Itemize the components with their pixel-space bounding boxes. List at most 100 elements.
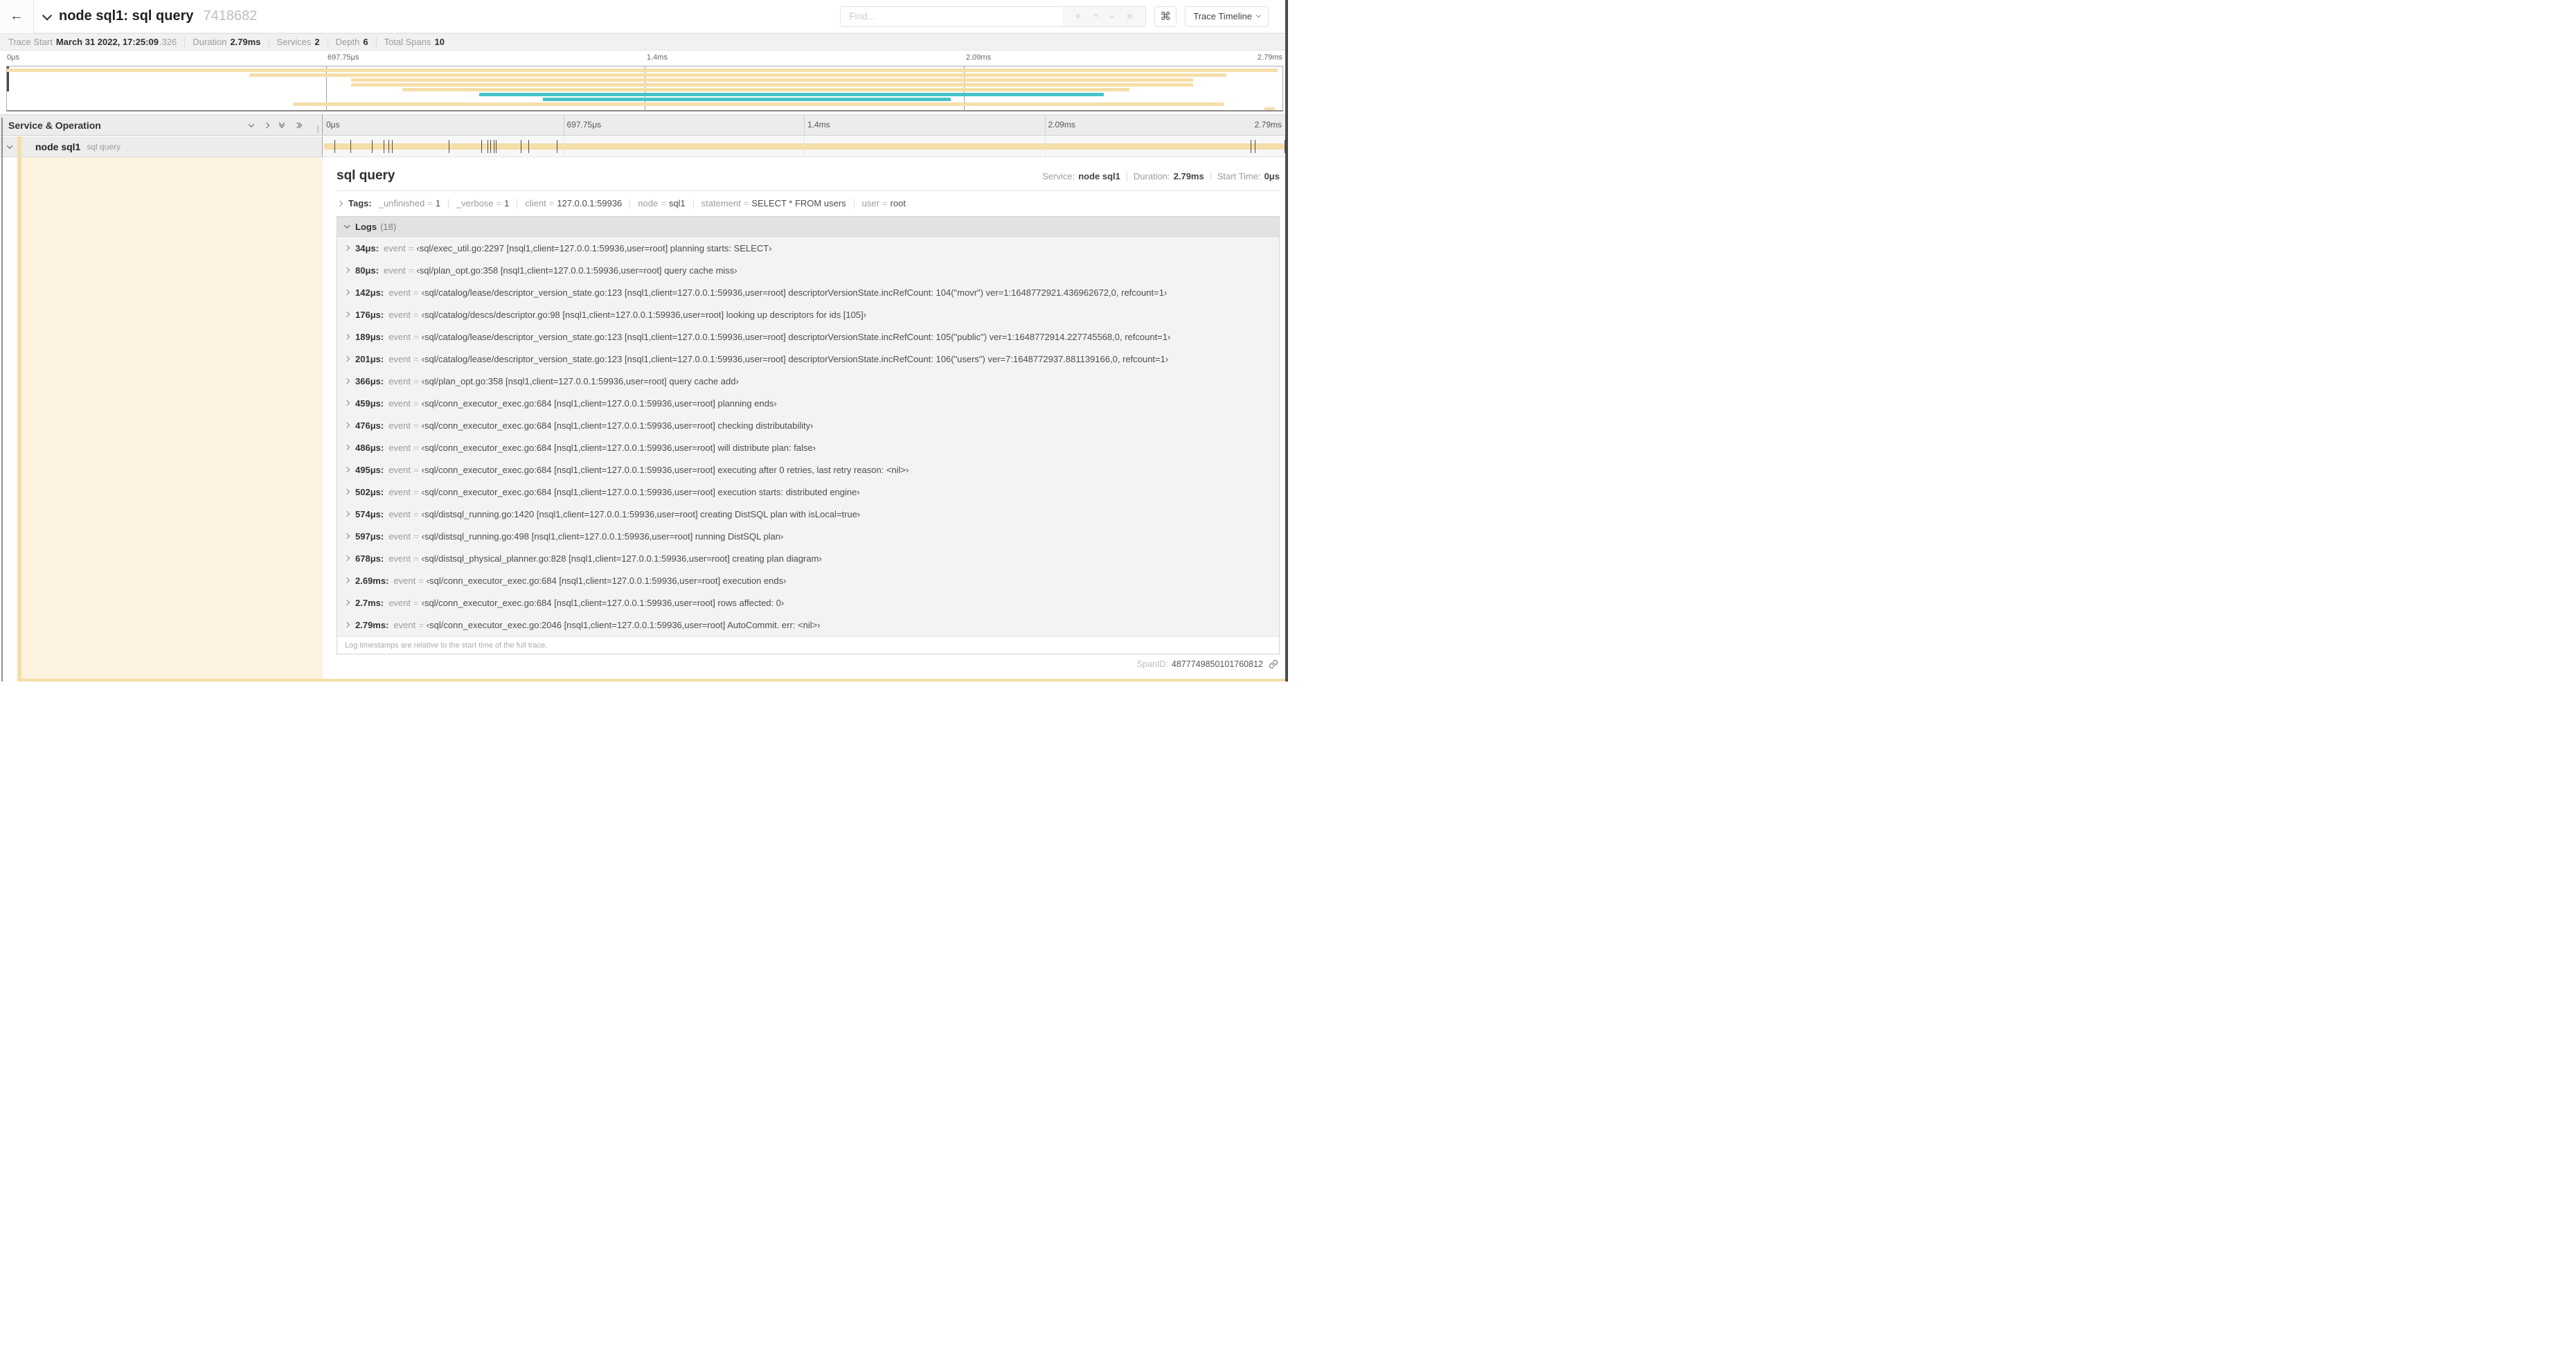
- chevron-right-icon: [343, 510, 350, 517]
- service-label: Service:: [1042, 171, 1075, 181]
- log-timestamp: 189μs:: [355, 331, 384, 342]
- log-row[interactable]: 2.79ms: event = ‹sql/conn_executor_exec.go:…: [337, 614, 1279, 636]
- span-detail-panel: sql query Service: node sql1 Duration: 2…: [323, 157, 1285, 679]
- logs-note: Log timestamps are relative to the start…: [337, 636, 1279, 654]
- minimap-span-bar: [1264, 107, 1275, 110]
- app-header: ← node sql1: sql query 7418682 ⌖ × ⌘ Tra…: [0, 0, 1288, 33]
- log-row[interactable]: 142μs: event = ‹sql/catalog/lease/descripto…: [337, 281, 1279, 303]
- chevron-down-icon: [343, 222, 350, 229]
- log-field-value: ‹sql/conn_executor_exec.go:2046 [nsql1,c…: [426, 619, 821, 630]
- duration-value: 2.79ms: [1173, 171, 1204, 181]
- log-marker-tick: [481, 140, 483, 153]
- chevron-right-icon: [343, 377, 350, 384]
- minimap-span-bar: [351, 78, 1194, 82]
- log-row[interactable]: 597μs: event = ‹sql/distsql_running.go:498 …: [337, 525, 1279, 547]
- log-row[interactable]: 486μs: event = ‹sql/conn_executor_exec.go:6…: [337, 436, 1279, 458]
- log-timestamp: 2.7ms:: [355, 597, 384, 608]
- log-row[interactable]: 574μs: event = ‹sql/distsql_running.go:1420…: [337, 503, 1279, 525]
- log-row[interactable]: 2.69ms: event = ‹sql/conn_executor_exec.go:…: [337, 569, 1279, 591]
- clear-find-icon[interactable]: ×: [1126, 10, 1133, 22]
- back-arrow-icon: ←: [10, 8, 24, 24]
- ruler-tick-label: 2.79ms: [1254, 120, 1282, 130]
- tag-value: sql1: [668, 198, 686, 208]
- log-row[interactable]: 201μs: event = ‹sql/catalog/lease/descripto…: [337, 348, 1279, 370]
- tag-equals: =: [496, 198, 502, 208]
- minimap-span-bar: [7, 69, 1278, 72]
- log-field-key: event: [383, 242, 406, 253]
- log-row[interactable]: 80μs: event = ‹sql/plan_opt.go:358 [nsql1,c…: [337, 259, 1279, 281]
- divider: [692, 198, 694, 208]
- find-input[interactable]: [841, 6, 1063, 26]
- logs-panel: Logs (18) 34μs: event = ‹sql/exec_util.go:2…: [337, 216, 1280, 654]
- log-row[interactable]: 2.7ms: event = ‹sql/conn_executor_exec.go:6…: [337, 591, 1279, 614]
- trace-meta-item: Depth 6: [328, 37, 376, 47]
- log-row[interactable]: 495μs: event = ‹sql/conn_executor_exec.go:6…: [337, 458, 1279, 481]
- collapse-all-icon[interactable]: [294, 122, 303, 128]
- start-time-value: 0μs: [1264, 171, 1280, 181]
- minimap-span-row: [7, 103, 1282, 106]
- expand-all-icon[interactable]: [278, 120, 285, 128]
- log-timestamp: 201μs:: [355, 353, 384, 364]
- tags-accordion-toggle[interactable]: Tags: _unfinished = 1 _verbose = 1 client = 127.…: [337, 191, 1280, 215]
- chevron-down-icon: [1255, 12, 1262, 18]
- tag-item: _unfinished = 1: [379, 198, 440, 208]
- trace-meta-items: Trace Start March 31 2022, 17:25:09.326 Du…: [8, 37, 452, 47]
- chevron-right-icon: [343, 311, 350, 318]
- tag-item: client = 127.0.0.1:59936: [525, 198, 622, 208]
- expand-one-icon[interactable]: [248, 121, 255, 127]
- minimap-span-row: [7, 88, 1282, 91]
- span-collapse-chevron-icon[interactable]: [6, 142, 13, 149]
- log-row[interactable]: 459μs: event = ‹sql/conn_executor_exec.go:6…: [337, 392, 1279, 414]
- back-button[interactable]: ←: [0, 0, 34, 33]
- log-field-value: ‹sql/catalog/lease/descriptor_version_st…: [421, 331, 1171, 342]
- collapse-trace-chevron-icon[interactable]: [42, 10, 53, 21]
- log-field-value: ‹sql/plan_opt.go:358 [nsql1,client=127.0…: [421, 375, 739, 386]
- column-resize-handle[interactable]: ∥: [316, 125, 321, 134]
- log-marker-tick: [334, 140, 335, 153]
- tag-item: node = sql1: [638, 198, 685, 208]
- meta-label: Services: [276, 37, 312, 47]
- locate-icon[interactable]: ⌖: [1075, 11, 1080, 21]
- trace-meta-item: Trace Start March 31 2022, 17:25:09.326: [8, 37, 184, 47]
- log-equals: =: [418, 619, 424, 630]
- meta-label: Duration: [193, 37, 227, 47]
- span-id-row: SpanID: 4877749850101760812: [337, 654, 1280, 673]
- log-field-key: event: [388, 442, 411, 453]
- minimap-tick-label: 2.79ms: [1257, 53, 1282, 62]
- trace-title-wrap: node sql1: sql query 7418682: [42, 8, 257, 24]
- minimap-tick-label: 1.4ms: [647, 53, 668, 62]
- log-row[interactable]: 34μs: event = ‹sql/exec_util.go:2297 [nsql1…: [337, 237, 1279, 259]
- find-prev-icon[interactable]: [1092, 13, 1098, 19]
- find-next-icon[interactable]: [1109, 12, 1115, 19]
- tag-key: node: [638, 198, 659, 208]
- vertical-scrollbar[interactable]: [1285, 0, 1288, 682]
- span-row-timeline-cell[interactable]: [323, 136, 1285, 157]
- log-row[interactable]: 476μs: event = ‹sql/conn_executor_exec.go:6…: [337, 414, 1279, 436]
- minimap-tick-label: 2.09ms: [966, 53, 992, 62]
- minimap-span-row: [7, 98, 1282, 101]
- view-selector-button[interactable]: Trace Timeline: [1185, 6, 1269, 27]
- collapse-one-icon[interactable]: [263, 122, 270, 128]
- minimap-span-row: [7, 69, 1282, 72]
- logs-accordion-toggle[interactable]: Logs (18): [337, 217, 1279, 237]
- log-row[interactable]: 502μs: event = ‹sql/conn_executor_exec.go:6…: [337, 481, 1279, 503]
- meta-value: 6: [363, 37, 368, 47]
- span-detail-title: sql query: [337, 168, 395, 183]
- span-row-name-cell[interactable]: node sql1 sql query: [0, 136, 323, 157]
- keyboard-shortcuts-button[interactable]: ⌘: [1154, 6, 1177, 27]
- minimap-canvas[interactable]: [6, 66, 1283, 112]
- log-equals: =: [413, 331, 419, 342]
- log-row[interactable]: 678μs: event = ‹sql/distsql_physical_planne…: [337, 547, 1279, 569]
- timeline-header: Service & Operation ∥ 0μs 697.75μs 1.4ms 2.…: [0, 114, 1285, 136]
- find-group: ⌖ ×: [840, 6, 1147, 27]
- minimap-tick-label: 697.75μs: [328, 53, 359, 62]
- span-detail-meta: Service: node sql1 Duration: 2.79ms Star…: [1042, 171, 1280, 181]
- log-row[interactable]: 189μs: event = ‹sql/catalog/lease/descripto…: [337, 326, 1279, 348]
- tags-label: Tags:: [348, 198, 372, 208]
- deep-link-icon[interactable]: [1269, 659, 1278, 669]
- trace-meta-item: Services 2: [269, 37, 328, 47]
- span-detail-header: sql query Service: node sql1 Duration: 2…: [337, 168, 1280, 184]
- log-row[interactable]: 366μs: event = ‹sql/plan_opt.go:358 [nsql1,…: [337, 370, 1279, 392]
- log-row[interactable]: 176μs: event = ‹sql/catalog/descs/descripto…: [337, 303, 1279, 326]
- minimap-span-row: [7, 73, 1282, 77]
